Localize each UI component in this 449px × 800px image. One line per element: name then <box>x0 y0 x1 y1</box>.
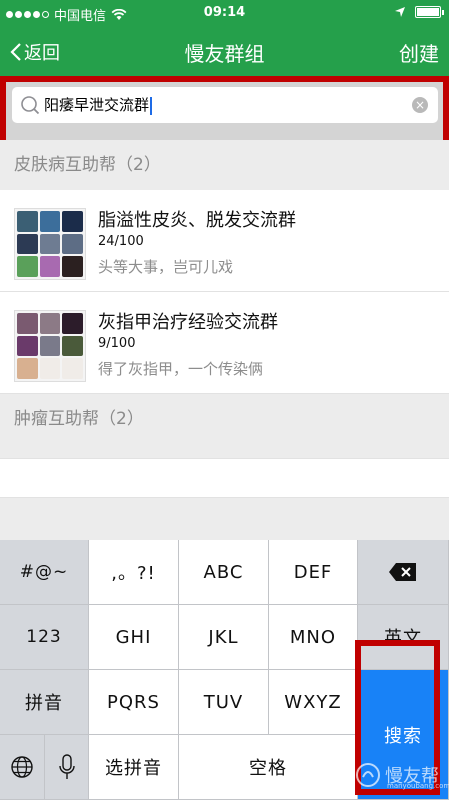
status-bar: 中国电信 09:14 <box>0 0 449 26</box>
group-avatar <box>14 310 86 382</box>
list-item-partial[interactable] <box>0 458 449 498</box>
page-title: 慢友群组 <box>184 42 265 66</box>
section-header-skin: 皮肤病互助帮（2） <box>0 140 449 184</box>
group-description: 头等大事，岂可儿戏 <box>98 258 234 276</box>
key-symbols[interactable]: #@~ <box>0 540 89 605</box>
key-mno[interactable]: MNO <box>269 605 358 670</box>
search-input[interactable]: 阳痿早泄交流群 × <box>12 87 438 123</box>
group-row[interactable]: 灰指甲治疗经验交流群 9/100 得了灰指甲，一个传染俩 <box>0 292 449 394</box>
search-icon <box>21 96 40 115</box>
key-backspace[interactable] <box>358 540 449 605</box>
status-time: 09:14 <box>203 5 246 20</box>
key-space[interactable]: 空格 <box>179 735 358 800</box>
key-globe[interactable] <box>0 735 45 800</box>
microphone-icon <box>58 754 75 779</box>
key-punctuation[interactable]: ,。?! <box>89 540 179 605</box>
battery-icon <box>415 6 444 18</box>
key-abc[interactable]: ABC <box>179 540 269 605</box>
group-name: 灰指甲治疗经验交流群 <box>98 312 278 333</box>
group-description: 得了灰指甲，一个传染俩 <box>98 360 264 378</box>
group-member-count: 24/100 <box>98 234 144 249</box>
group-member-count: 9/100 <box>98 336 136 351</box>
key-def[interactable]: DEF <box>269 540 358 605</box>
group-row[interactable]: 脂溢性皮炎、脱发交流群 24/100 头等大事，岂可儿戏 <box>0 190 449 292</box>
key-numbers[interactable]: 123 <box>0 605 89 670</box>
key-wxyz[interactable]: WXYZ <box>269 670 358 735</box>
key-pqrs[interactable]: PQRS <box>89 670 179 735</box>
key-tuv[interactable]: TUV <box>179 670 269 735</box>
key-english[interactable]: 英文 <box>358 605 449 670</box>
key-select-pinyin[interactable]: 选拼音 <box>89 735 179 800</box>
key-jkl[interactable]: JKL <box>179 605 269 670</box>
group-name: 脂溢性皮炎、脱发交流群 <box>98 210 296 231</box>
nav-bar: 返回 慢友群组 创建 <box>0 26 449 76</box>
location-arrow-icon <box>395 7 405 17</box>
text-cursor <box>150 96 153 115</box>
watermark: 慢友帮 manyoubang.com <box>355 760 449 790</box>
search-query-text: 阳痿早泄交流群 <box>44 96 150 114</box>
backspace-icon <box>389 563 416 581</box>
globe-icon <box>11 756 33 778</box>
status-right <box>395 6 444 18</box>
watermark-subtext: manyoubang.com <box>387 782 449 790</box>
create-button[interactable]: 创建 <box>399 38 439 67</box>
section-header-tumor: 肿瘤互助帮（2） <box>0 394 449 438</box>
key-microphone[interactable] <box>45 735 89 800</box>
clear-search-icon[interactable]: × <box>412 97 428 113</box>
key-pinyin[interactable]: 拼音 <box>0 670 89 735</box>
key-ghi[interactable]: GHI <box>89 605 179 670</box>
group-avatar <box>14 208 86 280</box>
watermark-logo-icon <box>356 763 380 787</box>
search-query: 阳痿早泄交流群 <box>44 94 153 115</box>
